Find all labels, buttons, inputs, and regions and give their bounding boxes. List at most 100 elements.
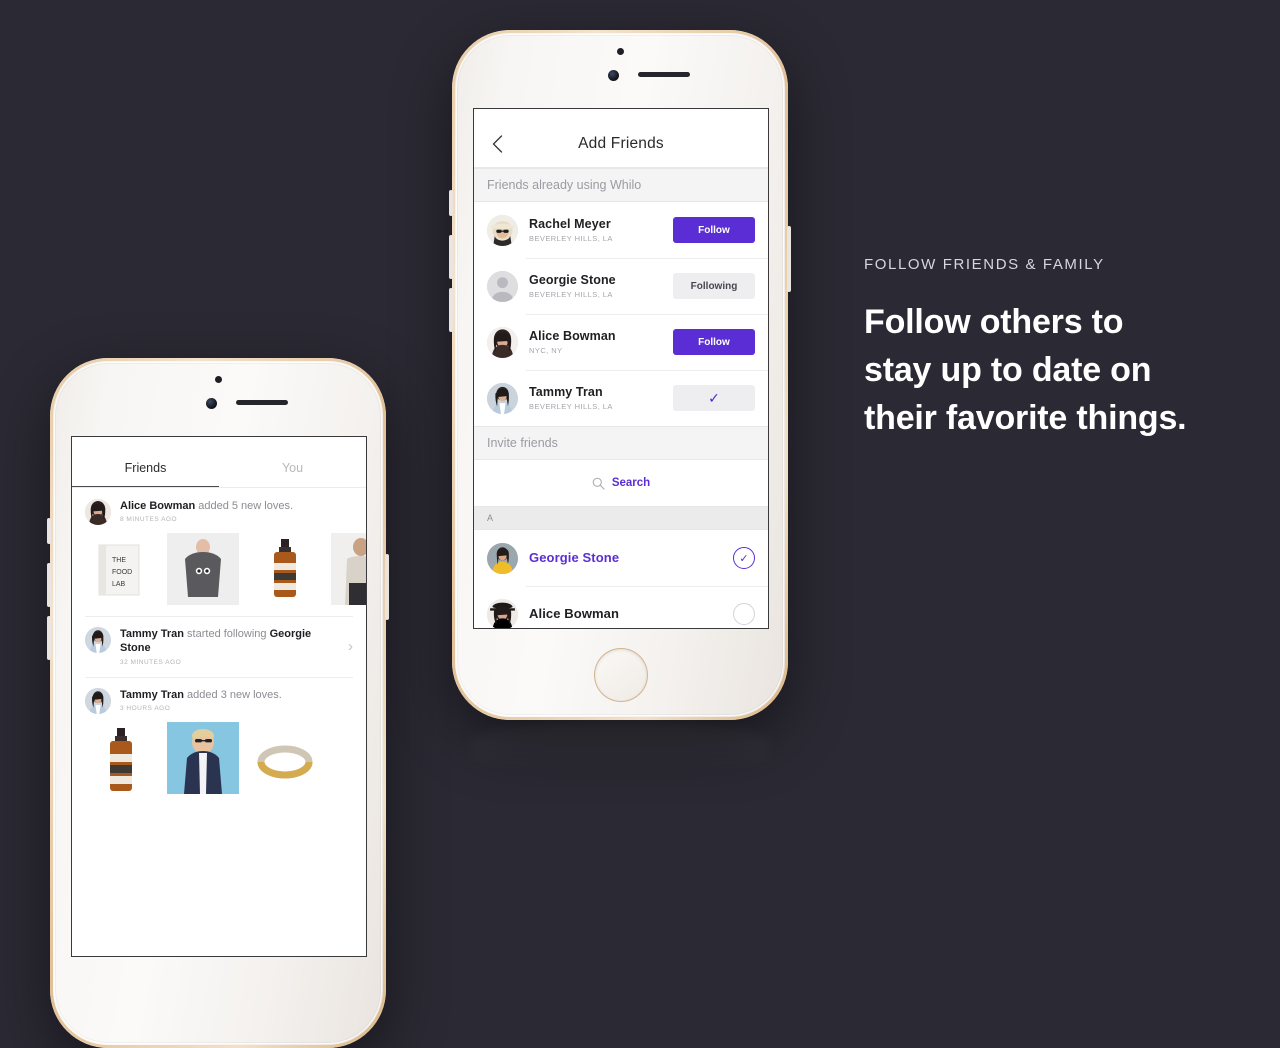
home-button[interactable]	[594, 648, 648, 702]
status-bar	[474, 109, 768, 120]
feed-item-header: Tammy Tran started following Georgie Sto…	[85, 627, 353, 666]
feed-item-header: Tammy Tran added 3 new loves. 3 HOURS AG…	[85, 687, 353, 714]
svg-text:FOOD: FOOD	[112, 569, 132, 576]
feed-action: added 3 new loves.	[184, 688, 282, 701]
volume-up-button[interactable]	[47, 563, 51, 607]
headline-line-3: their favorite things.	[864, 398, 1187, 437]
avatar	[487, 382, 518, 414]
feed-actor: Tammy Tran	[120, 688, 184, 701]
feed-item-text: Alice Bowman added 5 new loves. 8 MINUTE…	[120, 499, 353, 523]
product-tile[interactable]	[249, 533, 321, 605]
front-camera-icon	[206, 398, 217, 409]
tab-friends[interactable]: Friends	[72, 448, 219, 488]
product-tile[interactable]	[85, 721, 157, 794]
feed-item[interactable]: Alice Bowman added 5 new loves. 8 MINUTE…	[72, 488, 366, 616]
friend-location: BEVERLEY HILLS, LA	[529, 402, 613, 412]
power-button[interactable]	[787, 226, 791, 292]
feed-item-text: Tammy Tran added 3 new loves. 3 HOURS AG…	[120, 688, 353, 712]
navigation-bar: Add Friends	[474, 120, 768, 168]
headline-line-2: stay up to date on	[864, 350, 1152, 389]
search-button[interactable]: Search	[474, 460, 768, 506]
product-tile[interactable]	[167, 721, 239, 794]
feed-timestamp: 32 MINUTES AGO	[120, 658, 182, 666]
avatar	[85, 687, 111, 714]
search-label: Search	[611, 477, 651, 489]
avatar	[487, 542, 518, 574]
avatar	[487, 326, 518, 358]
friend-location: BEVERLEY HILLS, LA	[529, 290, 613, 300]
tab-friends-label: Friends	[124, 461, 167, 475]
promo-stage: Friends You Alice Bowman added 5 new lov…	[0, 0, 1280, 1048]
phone-mockup-center: Add Friends Friends already using Whilo …	[449, 30, 791, 720]
volume-up-button[interactable]	[449, 235, 453, 279]
follow-button[interactable]: Follow	[673, 329, 755, 355]
friend-name: Tammy Tran	[529, 384, 603, 399]
feed-item-line: Alice Bowman added 5 new loves.	[120, 499, 353, 513]
section-header-already-using: Friends already using Whilo	[474, 168, 768, 202]
tab-you-label: You	[281, 461, 304, 475]
feed-item-line: Tammy Tran added 3 new loves.	[120, 688, 353, 702]
product-tile[interactable]	[249, 721, 321, 794]
earpiece-speaker	[236, 400, 288, 405]
feed-item[interactable]: Tammy Tran added 3 new loves. 3 HOURS AG…	[72, 676, 366, 805]
volume-down-button[interactable]	[449, 288, 453, 332]
feed-tile-row	[85, 714, 353, 805]
contact-meta: Alice Bowman	[518, 606, 733, 622]
contact-row[interactable]: Georgie Stone ✓	[474, 530, 768, 586]
feed-item-header: Alice Bowman added 5 new loves. 8 MINUTE…	[85, 499, 353, 525]
friend-row[interactable]: Alice Bowman NYC, NY Follow	[474, 314, 768, 370]
contact-unselected-circle-icon[interactable]	[733, 603, 755, 625]
friend-name: Georgie Stone	[529, 272, 616, 287]
contact-selected-check-icon[interactable]: ✓	[733, 547, 755, 569]
marketing-copy: FOLLOW FRIENDS & FAMILY Follow others to…	[864, 256, 1256, 443]
avatar	[487, 598, 518, 628]
chevron-left-icon[interactable]	[486, 133, 508, 155]
feed-timestamp: 8 MINUTES AGO	[120, 516, 178, 524]
followed-check-button[interactable]: ✓	[673, 385, 755, 411]
svg-text:THE: THE	[112, 557, 126, 564]
contact-row[interactable]: Alice Bowman	[474, 586, 768, 628]
feed-actor: Tammy Tran	[120, 628, 184, 640]
status-bar	[72, 437, 366, 448]
product-tile[interactable]: THE FOOD LAB	[85, 533, 157, 605]
avatar-placeholder	[487, 270, 518, 302]
friend-row[interactable]: Rachel Meyer BEVERLEY HILLS, LA Follow	[474, 202, 768, 258]
avatar	[85, 627, 111, 653]
friend-meta: Tammy Tran BEVERLEY HILLS, LA	[518, 385, 673, 412]
ambient-sensor-icon	[215, 376, 222, 383]
power-button[interactable]	[385, 554, 389, 620]
copy-eyebrow: FOLLOW FRIENDS & FAMILY	[864, 256, 1105, 273]
section-header-alpha-a: A	[474, 506, 768, 530]
feed-item-text: Tammy Tran started following Georgie Sto…	[120, 627, 339, 666]
feed-tabs: Friends You	[72, 448, 366, 488]
earpiece-speaker	[638, 72, 690, 77]
page-title: Add Friends	[578, 134, 664, 152]
feed-action: started following	[184, 628, 270, 640]
contact-meta: Georgie Stone	[518, 550, 733, 566]
feed-actor: Alice Bowman	[120, 500, 196, 512]
feed-action: added 5 new loves.	[195, 500, 294, 512]
headline-line-1: Follow others to	[864, 303, 1124, 341]
screen-left: Friends You Alice Bowman added 5 new lov…	[71, 436, 367, 957]
tab-you[interactable]: You	[219, 448, 366, 488]
contact-name: Alice Bowman	[529, 605, 620, 621]
svg-text:LAB: LAB	[112, 581, 126, 588]
mute-switch[interactable]	[449, 190, 453, 216]
feed-item[interactable]: Tammy Tran started following Georgie Sto…	[72, 616, 366, 677]
friend-row[interactable]: Georgie Stone BEVERLEY HILLS, LA Followi…	[474, 258, 768, 314]
search-icon	[592, 477, 605, 490]
friend-meta: Georgie Stone BEVERLEY HILLS, LA	[518, 273, 673, 300]
following-button[interactable]: Following	[673, 273, 755, 299]
avatar	[487, 214, 518, 246]
avatar	[85, 499, 111, 525]
follow-button[interactable]: Follow	[673, 217, 755, 243]
friend-row[interactable]: Tammy Tran BEVERLEY HILLS, LA ✓	[474, 370, 768, 426]
product-tile[interactable]	[331, 533, 366, 605]
mute-switch[interactable]	[47, 518, 51, 544]
feed-tile-row: THE FOOD LAB	[85, 525, 366, 616]
phone-reflection	[470, 722, 770, 778]
volume-down-button[interactable]	[47, 616, 51, 660]
feed-timestamp: 3 HOURS AGO	[120, 704, 171, 712]
friend-name: Rachel Meyer	[529, 216, 611, 231]
product-tile[interactable]	[167, 533, 239, 605]
